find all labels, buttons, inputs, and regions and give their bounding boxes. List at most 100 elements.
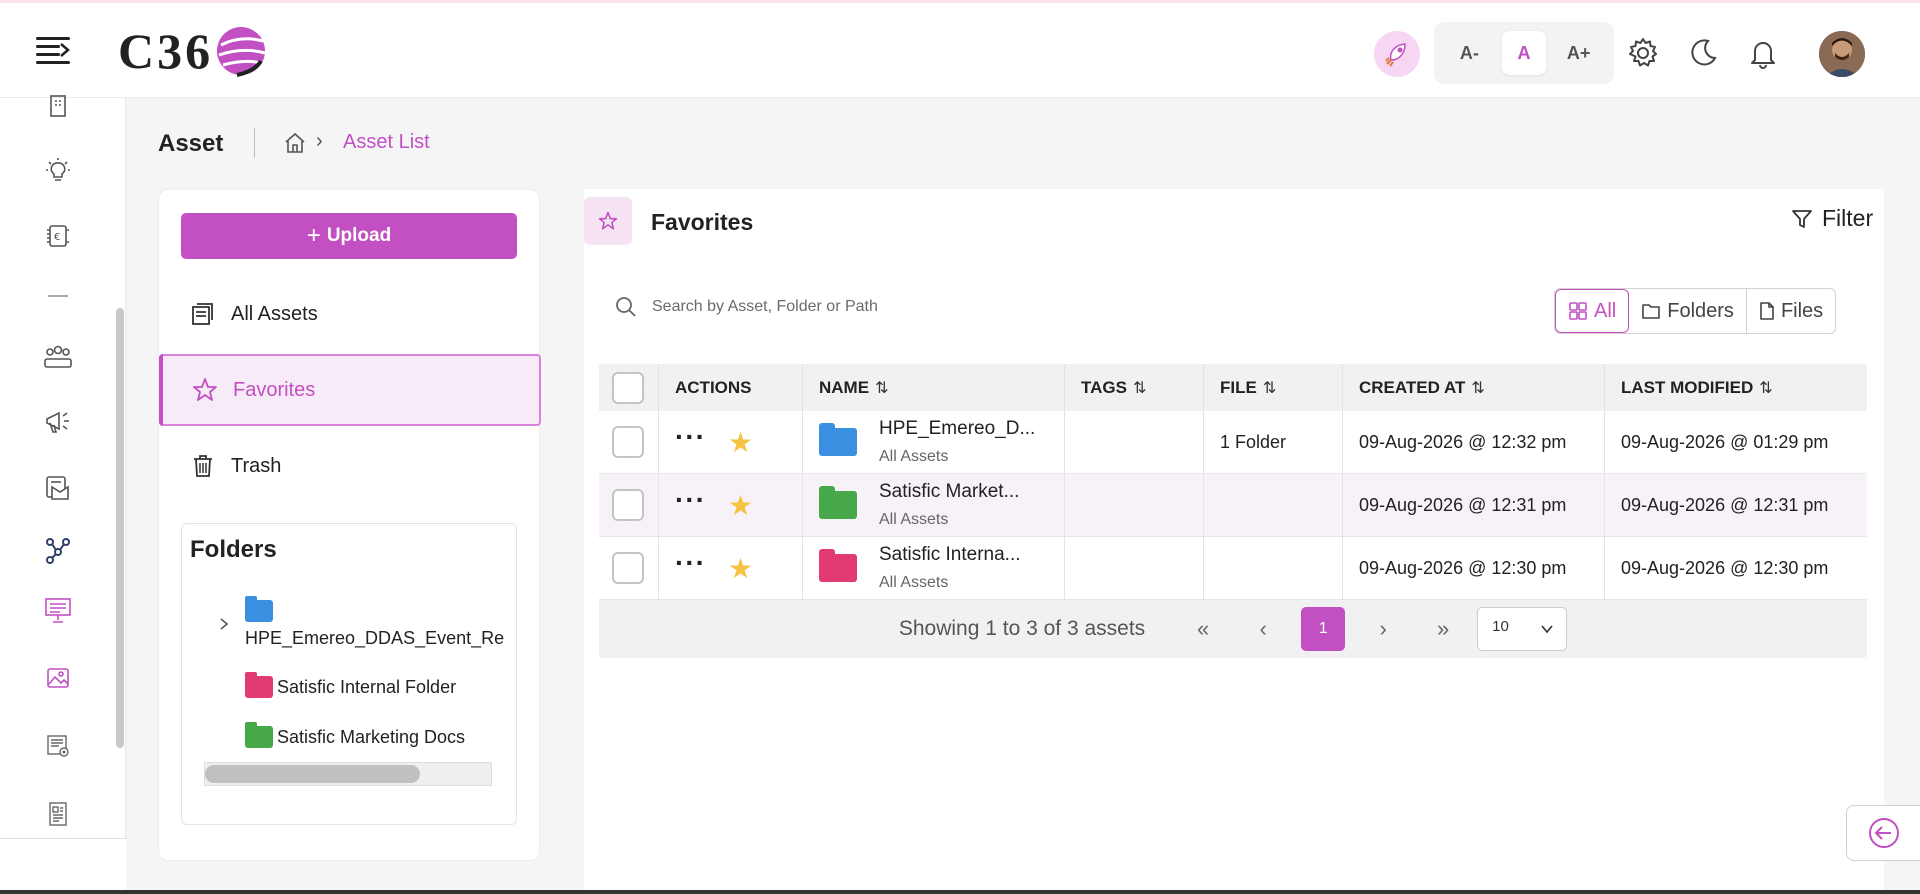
section-title: Favorites [651, 209, 754, 235]
favorite-star-icon[interactable]: ★ [728, 552, 753, 585]
arrow-left-circle-icon [1868, 818, 1899, 848]
asset-list-panel: Favorites Filter All Folders Files ACTIO… [584, 189, 1884, 894]
table-row[interactable]: ··· ★ HPE_Emereo_D... All Assets 1 Folde… [599, 411, 1867, 474]
user-avatar[interactable] [1819, 31, 1865, 77]
tree-folder-hpe-label[interactable]: HPE_Emereo_DDAS_Event_Re [245, 628, 504, 649]
folders-horizontal-scrollbar[interactable] [204, 762, 492, 786]
font-normal-button[interactable]: A [1501, 31, 1546, 75]
asset-name[interactable]: HPE_Emereo_D... [879, 418, 1035, 440]
svg-text:€: € [54, 232, 60, 243]
sidebar-item-lightbulb-icon[interactable] [42, 154, 74, 186]
view-folders-button[interactable]: Folders [1629, 289, 1747, 333]
sidebar-item-workflow-icon[interactable] [42, 534, 74, 566]
next-page-icon[interactable]: › [1361, 607, 1405, 651]
tree-expand-chevron-icon[interactable] [218, 616, 230, 632]
modified-cell: 09-Aug-2026 @ 12:30 pm [1621, 557, 1829, 578]
upload-button[interactable]: + Upload [181, 213, 517, 259]
select-cell [599, 411, 659, 473]
nav-favorites[interactable]: Favorites [159, 354, 541, 426]
page-title: Asset [158, 130, 224, 157]
view-all-button[interactable]: All [1555, 289, 1630, 333]
header-select-cell [599, 364, 659, 411]
search-input[interactable] [652, 298, 1132, 316]
sidebar-item-megaphone-icon[interactable] [42, 406, 74, 438]
sidebar-item-team-icon[interactable] [42, 340, 74, 372]
sort-icon[interactable]: ⇅ [875, 378, 888, 398]
name-cell[interactable]: HPE_Emereo_D... All Assets [803, 411, 1065, 473]
page-size-select[interactable]: 10 [1477, 607, 1568, 651]
upload-label: Upload [326, 225, 392, 246]
last-page-icon[interactable]: » [1421, 607, 1465, 651]
column-label: NAME [819, 377, 870, 397]
sidebar-item-billing-icon[interactable]: € [42, 220, 74, 252]
filter-label: Filter [1822, 205, 1874, 231]
scrollbar-thumb[interactable] [205, 765, 420, 783]
name-cell[interactable]: Satisfic Interna... All Assets [803, 537, 1065, 599]
tree-folder-hpe[interactable] [245, 596, 273, 622]
first-page-icon[interactable]: « [1181, 607, 1225, 651]
breadcrumb-home-icon[interactable] [284, 132, 306, 154]
tags-cell [1065, 537, 1204, 599]
table-row[interactable]: ··· ★ Satisfic Interna... All Assets 09-… [599, 537, 1867, 600]
nav-trash[interactable]: Trash [159, 430, 541, 502]
font-increase-button[interactable]: A+ [1557, 31, 1601, 75]
sidebar-item-report-icon[interactable] [42, 798, 74, 830]
trash-icon [189, 452, 217, 480]
table-row[interactable]: ··· ★ Satisfic Market... All Assets 09-A… [599, 474, 1867, 537]
prev-page-icon[interactable]: ‹ [1241, 607, 1285, 651]
pagination-summary: Showing 1 to 3 of 3 assets [898, 617, 1146, 640]
favorite-star-icon[interactable]: ★ [728, 426, 753, 459]
header-tags[interactable]: TAGS ⇅ [1065, 364, 1204, 411]
more-actions-icon[interactable]: ··· [675, 486, 706, 514]
header-file[interactable]: FILE ⇅ [1204, 364, 1343, 411]
breadcrumb-current[interactable]: Asset List [343, 131, 430, 154]
more-actions-icon[interactable]: ··· [675, 423, 706, 451]
sort-icon[interactable]: ⇅ [1471, 378, 1484, 398]
row-checkbox[interactable] [612, 489, 644, 521]
nav-all-assets[interactable]: All Assets [159, 278, 541, 350]
actions-cell: ··· ★ [659, 474, 803, 536]
header-created-at[interactable]: CREATED AT ⇅ [1343, 364, 1605, 411]
view-files-button[interactable]: Files [1747, 289, 1835, 333]
font-decrease-button[interactable]: A- [1447, 31, 1491, 75]
app-logo[interactable]: C36 [118, 21, 267, 81]
rocket-button[interactable] [1374, 31, 1420, 77]
sidebar-scrollbar[interactable] [116, 308, 124, 748]
sidebar-item-document-view-icon[interactable] [42, 730, 74, 762]
chevron-down-icon [1541, 625, 1553, 634]
dark-mode-moon-icon[interactable] [1686, 36, 1720, 70]
page-number-button[interactable]: 1 [1301, 607, 1346, 651]
menu-toggle-icon[interactable] [36, 35, 70, 65]
sidebar-item-image-icon[interactable] [42, 662, 74, 694]
sort-icon[interactable]: ⇅ [1133, 378, 1146, 398]
sidebar-item-presentation-icon[interactable] [42, 594, 74, 626]
more-actions-icon[interactable]: ··· [675, 549, 706, 577]
name-cell[interactable]: Satisfic Market... All Assets [803, 474, 1065, 536]
header-last-modified[interactable]: LAST MODIFIED ⇅ [1605, 364, 1867, 411]
folder-icon [245, 722, 273, 748]
collapse-panel-button[interactable] [1846, 805, 1920, 861]
sort-icon[interactable]: ⇅ [1263, 378, 1276, 398]
settings-gear-icon[interactable] [1626, 36, 1660, 70]
sidebar-item-newsletter-icon[interactable] [42, 472, 74, 504]
tree-folder-internal[interactable]: Satisfic Internal Folder [245, 672, 456, 698]
asset-name[interactable]: Satisfic Interna... [879, 544, 1021, 566]
asset-name[interactable]: Satisfic Market... [879, 481, 1019, 503]
select-all-checkbox[interactable] [612, 371, 644, 404]
sort-icon[interactable]: ⇅ [1759, 378, 1772, 398]
favorites-badge [584, 197, 632, 245]
plus-icon: + [306, 222, 321, 249]
tags-cell [1065, 411, 1204, 473]
filter-button[interactable]: Filter [1790, 205, 1873, 232]
folder-icon [819, 549, 857, 582]
row-checkbox[interactable] [612, 426, 644, 458]
actions-cell: ··· ★ [659, 411, 803, 473]
tree-folder-marketing[interactable]: Satisfic Marketing Docs [245, 722, 466, 748]
notifications-bell-icon[interactable] [1746, 36, 1780, 70]
sidebar-item-building-icon[interactable] [42, 90, 74, 122]
row-checkbox[interactable] [612, 552, 644, 584]
search-bar [614, 287, 1174, 327]
favorite-star-icon[interactable]: ★ [728, 489, 753, 522]
header-name[interactable]: NAME ⇅ [803, 364, 1065, 411]
tree-folder-label: Satisfic Marketing Docs [277, 726, 466, 747]
